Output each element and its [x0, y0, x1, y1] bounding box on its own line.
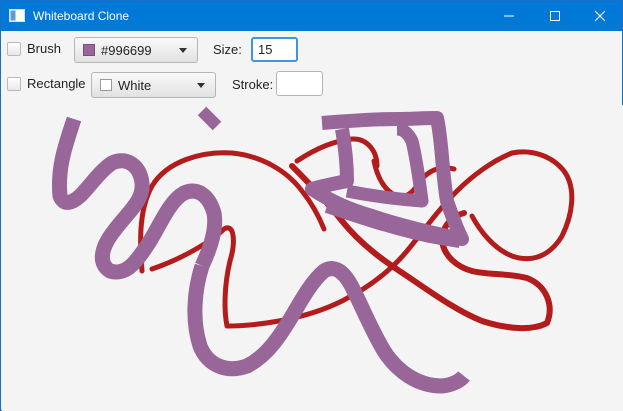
- rectangle-fill-label: White: [118, 77, 152, 93]
- brush-toggle[interactable]: Brush: [7, 41, 61, 56]
- minimize-icon: [504, 15, 514, 17]
- rectangle-fill-swatch: [100, 79, 112, 91]
- maximize-icon: [550, 11, 560, 21]
- brush-label: Brush: [27, 41, 61, 56]
- drawing-canvas[interactable]: [2, 105, 623, 411]
- brush-color-label: #996699: [101, 42, 152, 58]
- brush-color-picker[interactable]: #996699: [74, 37, 198, 63]
- title-bar[interactable]: Whiteboard Clone: [1, 1, 622, 31]
- stroke-field[interactable]: [276, 71, 323, 96]
- rectangle-checkbox[interactable]: [7, 76, 21, 91]
- rectangle-toolbar-row: Rectangle White Stroke:: [1, 69, 622, 99]
- rectangle-label: Rectangle: [27, 76, 86, 91]
- chevron-down-icon: [197, 83, 205, 88]
- size-label: Size:: [213, 42, 242, 57]
- stroke-label: Stroke:: [232, 77, 274, 92]
- close-button[interactable]: [577, 1, 623, 31]
- chevron-down-icon: [179, 48, 187, 53]
- rectangle-toggle[interactable]: Rectangle: [7, 76, 86, 91]
- rectangle-fill-picker[interactable]: White: [91, 72, 216, 98]
- maximize-button[interactable]: [532, 1, 578, 31]
- minimize-button[interactable]: [486, 1, 532, 31]
- brush-checkbox[interactable]: [7, 41, 21, 56]
- brush-toolbar-row: Brush #996699 Size:: [1, 34, 622, 64]
- app-window: Whiteboard Clone Brush #996699 Size: Rec…: [0, 0, 623, 411]
- red-stroke-arc: [294, 136, 380, 169]
- app-window-icon: [9, 9, 25, 22]
- window-title: Whiteboard Clone: [33, 9, 130, 23]
- close-icon: [595, 11, 605, 21]
- brush-color-swatch: [83, 44, 95, 56]
- size-field[interactable]: [251, 37, 298, 62]
- purple-stroke-top-tick: [197, 106, 222, 131]
